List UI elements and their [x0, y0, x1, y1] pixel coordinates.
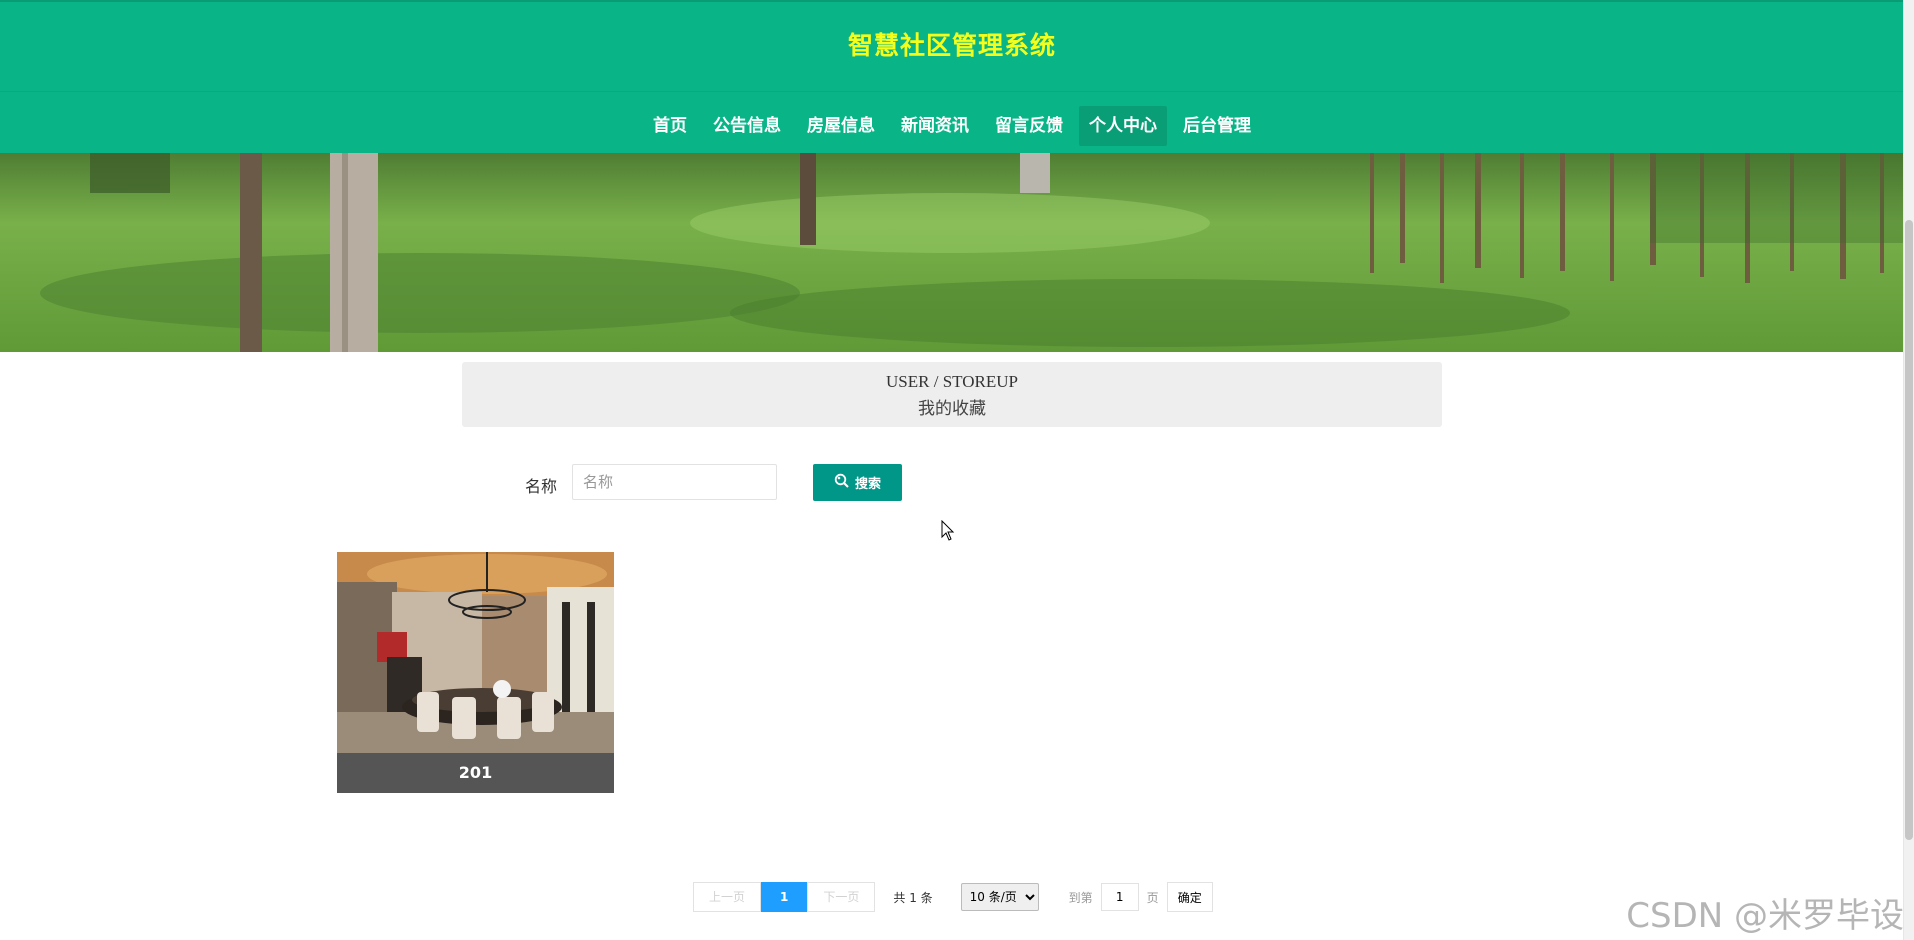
nav-item-news[interactable]: 新闻资讯	[891, 106, 979, 146]
section-title-zh: 我的收藏	[918, 399, 986, 419]
goto-confirm-button[interactable]: 确定	[1166, 882, 1213, 912]
scrollbar-thumb[interactable]	[1905, 220, 1913, 840]
nav-item-feedback[interactable]: 留言反馈	[985, 106, 1073, 146]
search-button[interactable]: 搜索	[813, 464, 902, 501]
next-page-button[interactable]: 下一页	[807, 882, 876, 912]
page-size-select[interactable]: 10 条/页	[960, 883, 1039, 911]
section-header: USER / STOREUP 我的收藏	[462, 362, 1442, 427]
page-unit-label: 页	[1146, 890, 1159, 905]
prev-page-button[interactable]: 上一页	[693, 882, 762, 912]
total-count: 共 1 条	[893, 890, 933, 905]
card-title: 201	[337, 753, 614, 793]
header-divider	[0, 91, 1904, 92]
goto-page-input[interactable]	[1100, 883, 1139, 911]
favorite-card[interactable]: 201	[337, 552, 614, 793]
site-title: 智慧社区管理系统	[847, 31, 1056, 60]
section-title-en: USER / STOREUP	[886, 372, 1018, 391]
mouse-cursor-icon	[941, 519, 955, 546]
watermark-text: CSDN @米罗毕设	[1626, 896, 1904, 936]
search-button-label: 搜索	[854, 477, 881, 492]
main-nav: 首页 公告信息 房屋信息 新闻资讯 留言反馈 个人中心 后台管理	[0, 106, 1904, 146]
site-header: 智慧社区管理系统 首页 公告信息 房屋信息 新闻资讯 留言反馈 个人中心 后台管…	[0, 0, 1904, 153]
page-scrollbar[interactable]	[1903, 0, 1914, 940]
nav-item-housing[interactable]: 房屋信息	[797, 106, 885, 146]
search-label: 名称	[525, 477, 558, 496]
search-icon	[834, 473, 849, 492]
page-number-current[interactable]: 1	[761, 882, 808, 912]
nav-item-home[interactable]: 首页	[643, 106, 697, 146]
banner-image	[0, 153, 1904, 352]
nav-item-personal-center[interactable]: 个人中心	[1079, 106, 1167, 146]
dining-room-photo	[337, 552, 614, 753]
pagination: 上一页 1 下一页 共 1 条 10 条/页 到第 页 确定	[693, 882, 1213, 912]
goto-label: 到第	[1068, 890, 1093, 905]
search-input[interactable]	[572, 464, 777, 500]
nav-item-admin[interactable]: 后台管理	[1173, 106, 1261, 146]
nav-item-announcements[interactable]: 公告信息	[703, 106, 791, 146]
